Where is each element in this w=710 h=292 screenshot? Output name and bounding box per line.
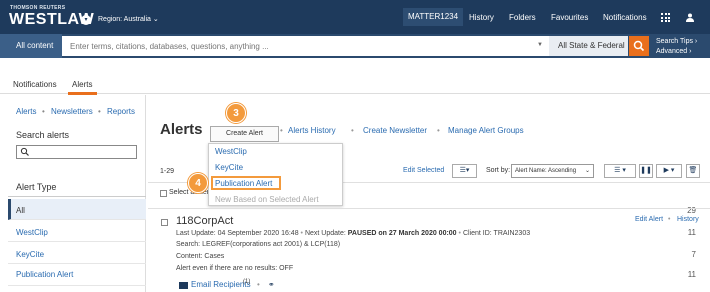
next-update-value: PAUSED on 27 March 2020 00:00 xyxy=(347,230,457,237)
header-separator: • xyxy=(280,126,283,135)
chevron-right-icon: › xyxy=(689,48,692,55)
nav-favourites[interactable]: Favourites xyxy=(551,13,588,22)
region-label: Region: Australia xyxy=(98,16,151,23)
email-recipients-link[interactable]: Email Recipients xyxy=(191,280,251,289)
matter-button[interactable]: MATTER1234 xyxy=(403,8,463,26)
region-selector[interactable]: Region: Australia ⌄ xyxy=(98,15,159,23)
menu-icon: ☰ ▾ xyxy=(614,167,626,174)
select-all-checkbox[interactable] xyxy=(160,190,167,197)
sort-by-label: Sort by: xyxy=(486,167,511,174)
jurisdiction-selector[interactable]: All State & Federal xyxy=(549,36,628,56)
divider xyxy=(8,196,146,197)
header-separator: • xyxy=(351,126,354,135)
play-icon: ▶ ▾ xyxy=(663,167,675,174)
search-tips: Search Tips › Advanced › xyxy=(656,37,697,57)
sidebar-item-label: KeyCite xyxy=(16,250,45,259)
dropdown-item-westclip[interactable]: WestClip xyxy=(215,147,247,156)
alert-search-query: Search: LEGREF(corporations act 2001) & … xyxy=(176,241,341,248)
edit-alert-link[interactable]: Edit Alert xyxy=(635,216,663,223)
content-type-selector[interactable]: All content xyxy=(0,34,62,58)
result-checkbox[interactable] xyxy=(161,219,168,226)
user-icon[interactable] xyxy=(686,13,694,22)
delete-button[interactable]: 🗑 xyxy=(686,164,700,178)
chevron-down-icon: ⌄ xyxy=(152,16,159,23)
email-icon xyxy=(179,282,188,289)
pause-button[interactable]: ❚❚ xyxy=(639,164,653,178)
sort-select-value: Alert Name: Ascending xyxy=(515,168,577,174)
advanced-search-link[interactable]: Advanced › xyxy=(656,47,697,57)
tab-alerts[interactable]: Alerts xyxy=(72,80,92,89)
sidebar-item-count: 11 xyxy=(687,270,696,279)
create-alert-button[interactable]: Create Alert xyxy=(210,126,279,142)
dropdown-item-new-based-on-selected: New Based on Selected Alert xyxy=(215,195,319,204)
link-separator: • xyxy=(257,280,260,289)
email-recipients-count: (1) xyxy=(243,279,251,285)
edit-selected-link[interactable]: Edit Selected xyxy=(403,167,444,174)
sidebar-item-label: Publication Alert xyxy=(16,270,74,279)
search-tips-link[interactable]: Search Tips › xyxy=(656,37,697,47)
alerts-history-link[interactable]: Alerts History xyxy=(288,126,336,135)
alert-title[interactable]: 118CorpAct xyxy=(176,215,233,227)
breadcrumb-separator: • xyxy=(42,107,45,116)
alert-history-link[interactable]: History xyxy=(677,216,699,223)
step-badge-4: 4 xyxy=(188,173,208,193)
search-icon xyxy=(633,40,645,52)
alert-empty-rule: Alert even if there are no results: OFF xyxy=(176,265,294,272)
manage-alert-groups-link[interactable]: Manage Alert Groups xyxy=(448,126,524,135)
header-separator: • xyxy=(437,126,440,135)
nav-notifications[interactable]: Notifications xyxy=(603,13,647,22)
trash-icon: 🗑 xyxy=(688,167,698,174)
link-separator: • xyxy=(668,216,671,223)
sort-select[interactable]: Alert Name: Ascending ⌄ xyxy=(511,164,594,178)
nav-folders[interactable]: Folders xyxy=(509,13,536,22)
chevron-down-icon[interactable]: ▾ xyxy=(81,15,91,25)
display-options-button[interactable]: ☰ ▾ xyxy=(604,164,636,178)
search-input[interactable] xyxy=(62,36,549,56)
alert-type-heading: Alert Type xyxy=(16,182,57,192)
apps-grid-icon[interactable] xyxy=(661,13,670,22)
divider xyxy=(148,208,710,209)
play-button[interactable]: ▶ ▾ xyxy=(656,164,682,178)
breadcrumb-separator: • xyxy=(98,107,101,116)
last-update: Last Update: 04 September 2020 16:48 xyxy=(176,230,299,237)
alerts-search-input[interactable] xyxy=(16,145,137,159)
tab-bar xyxy=(0,76,710,94)
step-badge-3: 3 xyxy=(226,103,246,123)
tab-notifications[interactable]: Notifications xyxy=(13,80,57,89)
list-view-button[interactable]: ☰▾ xyxy=(452,164,477,178)
create-newsletter-link[interactable]: Create Newsletter xyxy=(363,126,427,135)
sidebar-link-alerts[interactable]: Alerts xyxy=(16,107,36,116)
chevron-down-icon: ⌄ xyxy=(584,168,590,174)
chevron-right-icon: › xyxy=(694,38,698,45)
sidebar-link-reports[interactable]: Reports xyxy=(107,107,135,116)
pause-icon: ❚❚ xyxy=(640,167,652,174)
link-icon[interactable]: ⚭ xyxy=(268,280,275,289)
nav-history[interactable]: History xyxy=(469,13,494,22)
alert-content: Content: Cases xyxy=(176,253,225,260)
next-update-label: Next Update: xyxy=(304,230,346,237)
dropdown-item-publication-alert[interactable]: Publication Alert xyxy=(215,179,272,188)
page-title: Alerts xyxy=(160,121,203,138)
search-button[interactable] xyxy=(629,36,649,56)
client-id: Client ID: TRAIN2303 xyxy=(462,230,531,237)
list-icon: ☰▾ xyxy=(459,167,470,174)
chevron-down-icon[interactable]: ▼ xyxy=(537,42,543,48)
result-range: 1-29 xyxy=(160,168,175,175)
dropdown-item-keycite[interactable]: KeyCite xyxy=(215,163,243,172)
jurisdiction-label: All State & Federal xyxy=(558,41,625,50)
sidebar-link-newsletters[interactable]: Newsletters xyxy=(51,107,93,116)
sidebar-item-count: 11 xyxy=(687,228,696,237)
sidebar-item-all[interactable] xyxy=(8,199,146,220)
search-icon xyxy=(20,147,29,156)
alert-update-info: Last Update: 04 September 2020 16:48 • N… xyxy=(176,230,531,237)
sidebar-item-label: All xyxy=(16,206,25,215)
sidebar-item-label: WestClip xyxy=(16,228,48,237)
sidebar-item-count: 7 xyxy=(691,250,696,259)
search-alerts-label: Search alerts xyxy=(16,130,70,140)
